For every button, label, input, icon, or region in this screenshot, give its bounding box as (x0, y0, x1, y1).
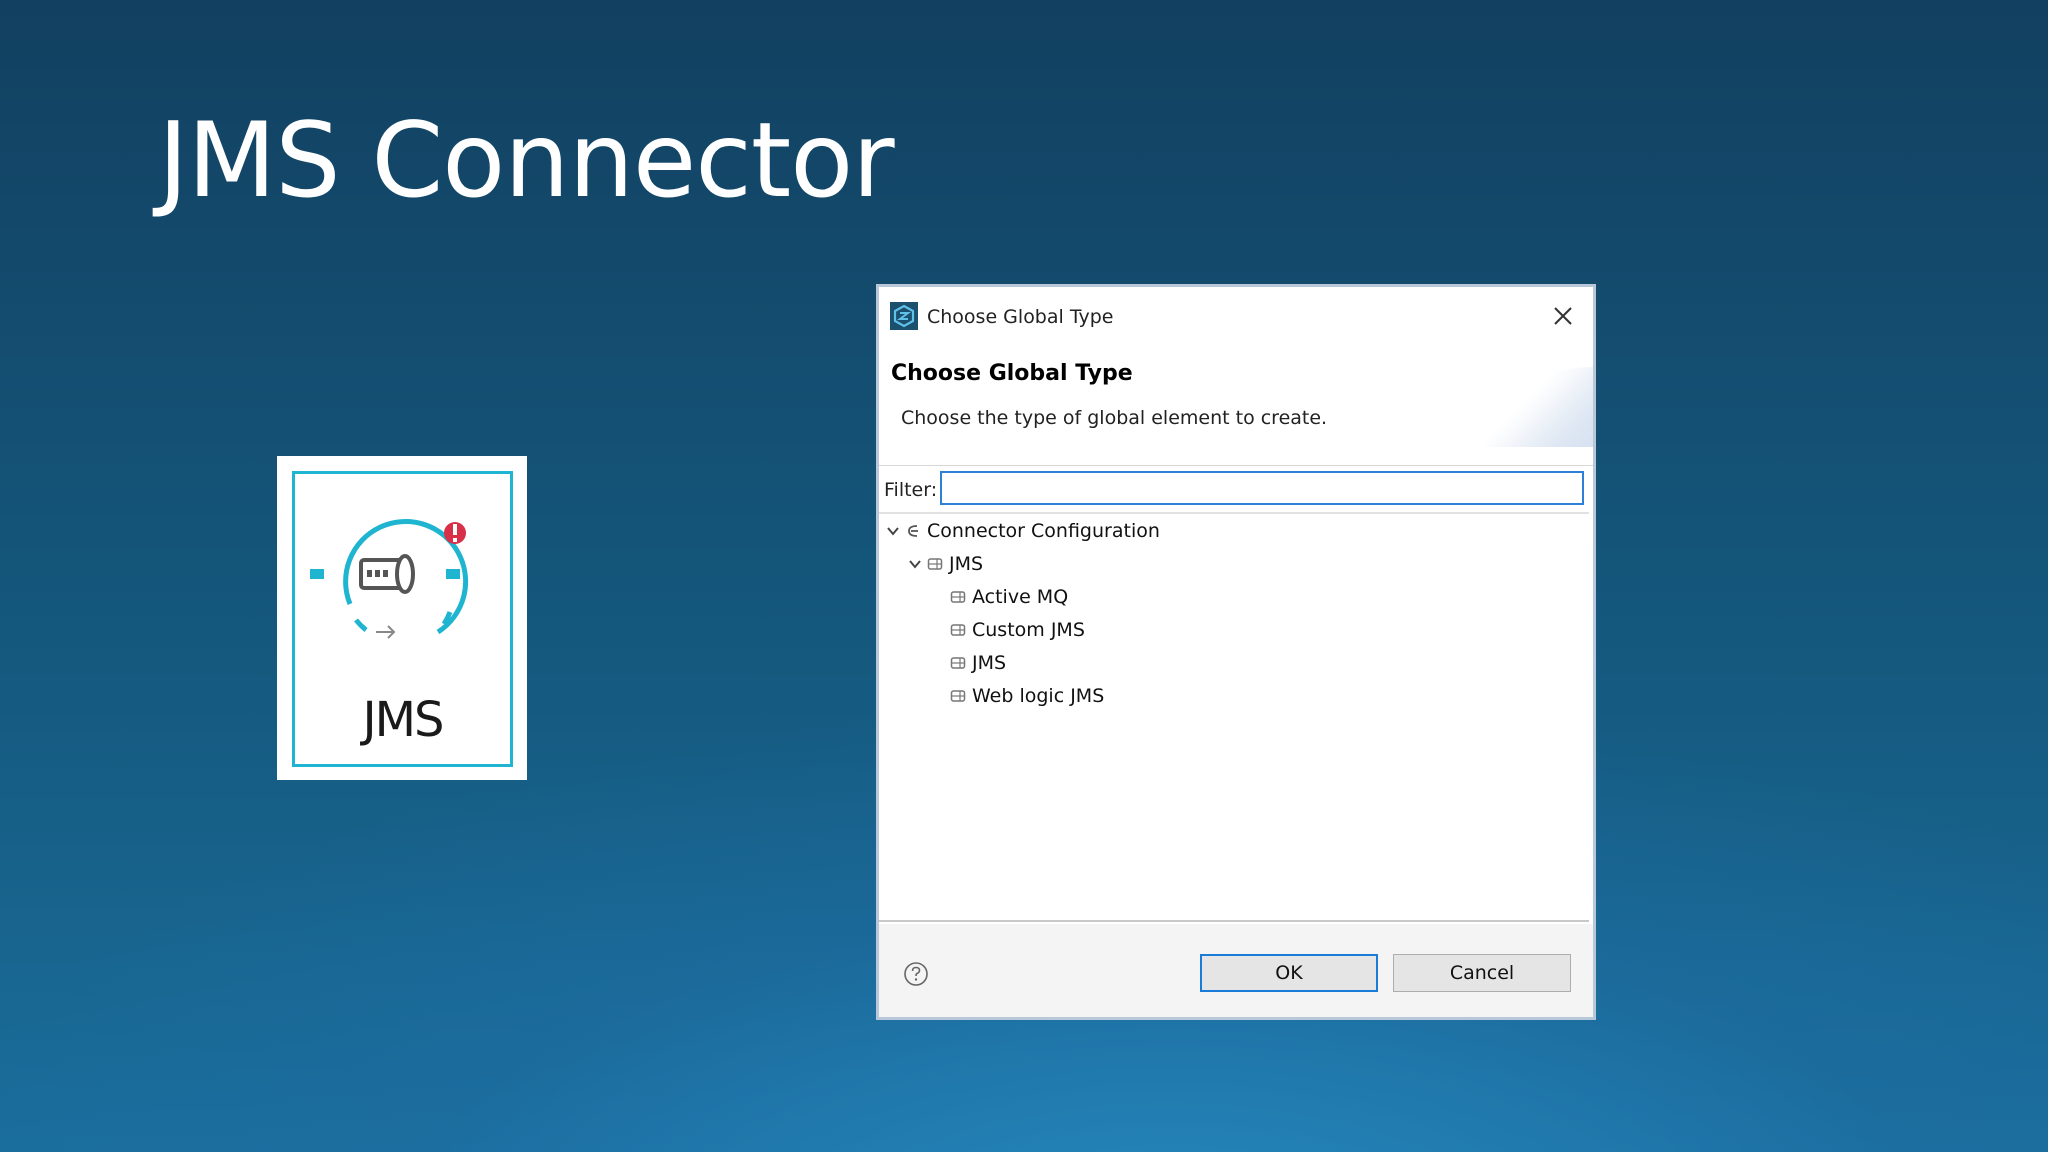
connector-config-icon (908, 525, 918, 537)
close-icon[interactable] (1551, 304, 1575, 328)
error-badge-icon (444, 522, 466, 544)
tree-item-custom-jms[interactable]: Custom JMS (950, 615, 1085, 645)
dialog-header-title: Choose Global Type (891, 361, 1133, 386)
jms-connector-frame: JMS (292, 471, 513, 767)
tree-item-web-logic-jms[interactable]: Web logic JMS (950, 681, 1104, 711)
config-icon (950, 657, 966, 669)
ok-button[interactable]: OK (1200, 954, 1378, 992)
dialog-footer: OK Cancel (879, 924, 1593, 1017)
config-icon (950, 690, 966, 702)
tree-item-label: JMS (949, 553, 984, 575)
config-icon (950, 624, 966, 636)
filter-label: Filter: (884, 479, 938, 501)
tree-item-label: Custom JMS (972, 619, 1085, 641)
tree-item-connector-configuration[interactable]: Connector Configuration (885, 516, 1160, 546)
dialog-titlebar: Choose Global Type (879, 287, 1593, 337)
tree-item-jms-group[interactable]: JMS (907, 549, 983, 579)
chevron-down-icon[interactable] (885, 523, 901, 539)
jms-connector-label: JMS (362, 692, 444, 748)
help-icon[interactable] (903, 961, 929, 987)
tree-item-label: Web logic JMS (972, 685, 1105, 707)
config-icon (927, 558, 943, 570)
header-decoration (1483, 367, 1593, 447)
tree-item-jms[interactable]: JMS (950, 648, 1006, 678)
dialog-header: Choose Global Type Choose the type of gl… (879, 337, 1593, 467)
chevron-down-icon[interactable] (907, 556, 923, 572)
tree-item-active-mq[interactable]: Active MQ (950, 582, 1068, 612)
jms-connector-tile: JMS (277, 456, 527, 780)
config-icon (950, 591, 966, 603)
tree-item-label: Connector Configuration (927, 520, 1160, 542)
slide-title: JMS Connector (158, 101, 895, 221)
tree-item-label: Active MQ (972, 586, 1069, 608)
cancel-button[interactable]: Cancel (1393, 954, 1571, 992)
header-divider (879, 465, 1593, 466)
global-type-tree[interactable]: Connector Configuration JMS Active MQ Cu… (879, 512, 1589, 922)
dialog-header-description: Choose the type of global element to cre… (901, 407, 1328, 429)
jms-connector-icon (310, 519, 469, 639)
choose-global-type-dialog: Choose Global Type Choose Global Type Ch… (876, 284, 1596, 1020)
mule-app-icon (890, 302, 918, 330)
tree-item-label: JMS (972, 652, 1007, 674)
filter-input[interactable] (940, 471, 1584, 505)
dialog-window-title: Choose Global Type (927, 306, 1114, 328)
